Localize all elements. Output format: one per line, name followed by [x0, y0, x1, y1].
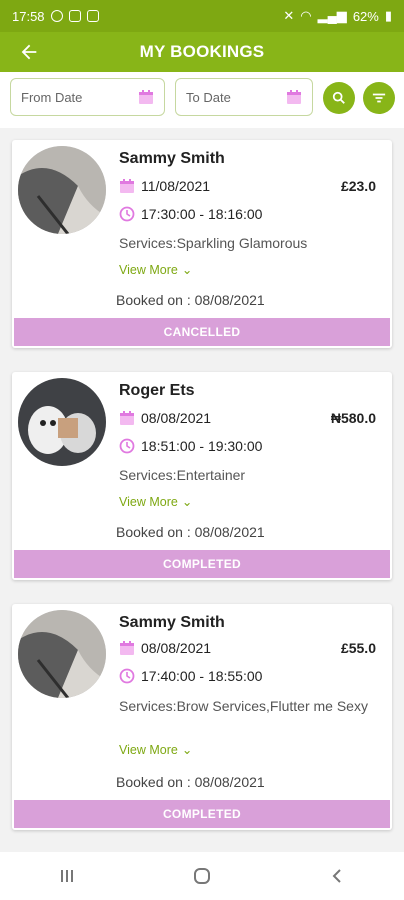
booked-on-text: Booked on : 08/08/2021: [116, 524, 265, 540]
battery-level: 62%: [352, 8, 379, 24]
filter-icon: [372, 93, 386, 103]
chevron-down-icon: ⌄: [181, 495, 193, 509]
client-name: Sammy Smith: [119, 150, 225, 167]
search-icon: [332, 91, 345, 104]
view-more-link[interactable]: View More ⌄: [119, 494, 193, 510]
page-title: MY BOOKINGS: [139, 42, 265, 61]
view-more-label: View More: [119, 494, 178, 509]
to-date-placeholder: To Date: [186, 89, 231, 105]
back-button[interactable]: [18, 38, 54, 66]
booking-time: 18:51:00 - 19:30:00: [119, 438, 262, 454]
time-text: 18:51:00 - 19:30:00: [141, 438, 263, 454]
from-date-field[interactable]: From Date: [10, 78, 165, 116]
time-text: 17:30:00 - 18:16:00: [141, 206, 263, 222]
booking-date: 11/08/2021: [119, 178, 210, 194]
home-icon: [193, 868, 210, 884]
chevron-left-icon: [332, 869, 341, 883]
app-bar: MY BOOKINGS: [0, 32, 404, 72]
screen-icon: [86, 10, 99, 22]
booked-on-text: Booked on : 08/08/2021: [116, 774, 265, 790]
wifi-icon: ◠: [300, 8, 312, 23]
status-badge: COMPLETED: [14, 550, 390, 578]
avatar: [18, 610, 106, 698]
avatar: [18, 378, 106, 466]
clock-icon: [119, 668, 135, 684]
back-nav-button[interactable]: [322, 861, 352, 891]
search-button[interactable]: [323, 82, 355, 114]
booking-time: 17:30:00 - 18:16:00: [119, 206, 262, 222]
clock-icon: [119, 206, 135, 222]
services-text: Services:Brow Services,Flutter me Sexy: [119, 698, 368, 714]
signal-icon: ▂▄▆: [317, 8, 347, 23]
system-status-bar: 17:58 ✕ ◠ ▂▄▆ 62% ▮: [0, 0, 404, 32]
date-text: 08/08/2021: [141, 410, 212, 426]
from-date-placeholder: From Date: [21, 89, 83, 105]
view-more-link[interactable]: View More ⌄: [119, 262, 193, 278]
notification-icon: [50, 10, 63, 22]
recent-apps-button[interactable]: [52, 861, 82, 891]
calendar-icon: [120, 641, 134, 655]
calendar-icon: [139, 90, 153, 104]
chevron-down-icon: ⌄: [181, 263, 193, 277]
status-badge: COMPLETED: [14, 800, 390, 828]
view-more-label: View More: [119, 262, 178, 277]
battery-icon: ▮: [384, 8, 392, 23]
booking-time: 17:40:00 - 18:55:00: [119, 668, 262, 684]
booking-price: £23.0: [340, 178, 376, 194]
filter-button[interactable]: [363, 82, 395, 114]
booking-card[interactable]: Roger Ets 08/08/2021 ₦580.0 18:51:00 - 1…: [12, 372, 392, 580]
booking-card[interactable]: Sammy Smith 11/08/2021 £23.0 17:30:00 - …: [12, 140, 392, 348]
clock-icon: [119, 438, 135, 454]
booking-card[interactable]: Sammy Smith 08/08/2021 £55.0 17:40:00 - …: [12, 604, 392, 830]
status-badge: CANCELLED: [14, 318, 390, 346]
calendar-icon: [120, 179, 134, 193]
booking-price: £55.0: [340, 640, 376, 656]
client-name: Roger Ets: [119, 382, 195, 399]
clock: 17:58: [12, 8, 45, 24]
booking-date: 08/08/2021: [119, 410, 211, 426]
services-text: Services:Entertainer: [119, 467, 246, 483]
booked-on-text: Booked on : 08/08/2021: [116, 292, 265, 308]
time-text: 17:40:00 - 18:55:00: [141, 668, 263, 684]
mute-icon: ✕: [283, 8, 295, 23]
home-button[interactable]: [187, 861, 217, 891]
client-name: Sammy Smith: [119, 614, 225, 631]
services-text: Services:Sparkling Glamorous: [119, 235, 308, 251]
date-filter-bar: From Date To Date: [0, 72, 404, 128]
calendar-icon: [287, 90, 301, 104]
avatar: [18, 146, 106, 234]
booking-date: 08/08/2021: [119, 640, 211, 656]
view-more-label: View More: [119, 742, 178, 757]
to-date-field[interactable]: To Date: [175, 78, 313, 116]
booking-price: ₦580.0: [330, 410, 376, 426]
chevron-down-icon: ⌄: [181, 743, 193, 757]
calendar-icon: [120, 411, 134, 425]
date-text: 11/08/2021: [141, 178, 211, 194]
arrow-left-icon: [21, 44, 37, 60]
view-more-link[interactable]: View More ⌄: [119, 742, 193, 758]
system-navigation-bar: [0, 852, 404, 900]
date-text: 08/08/2021: [141, 640, 212, 656]
recents-icon: [61, 870, 74, 882]
gallery-icon: [68, 10, 81, 22]
